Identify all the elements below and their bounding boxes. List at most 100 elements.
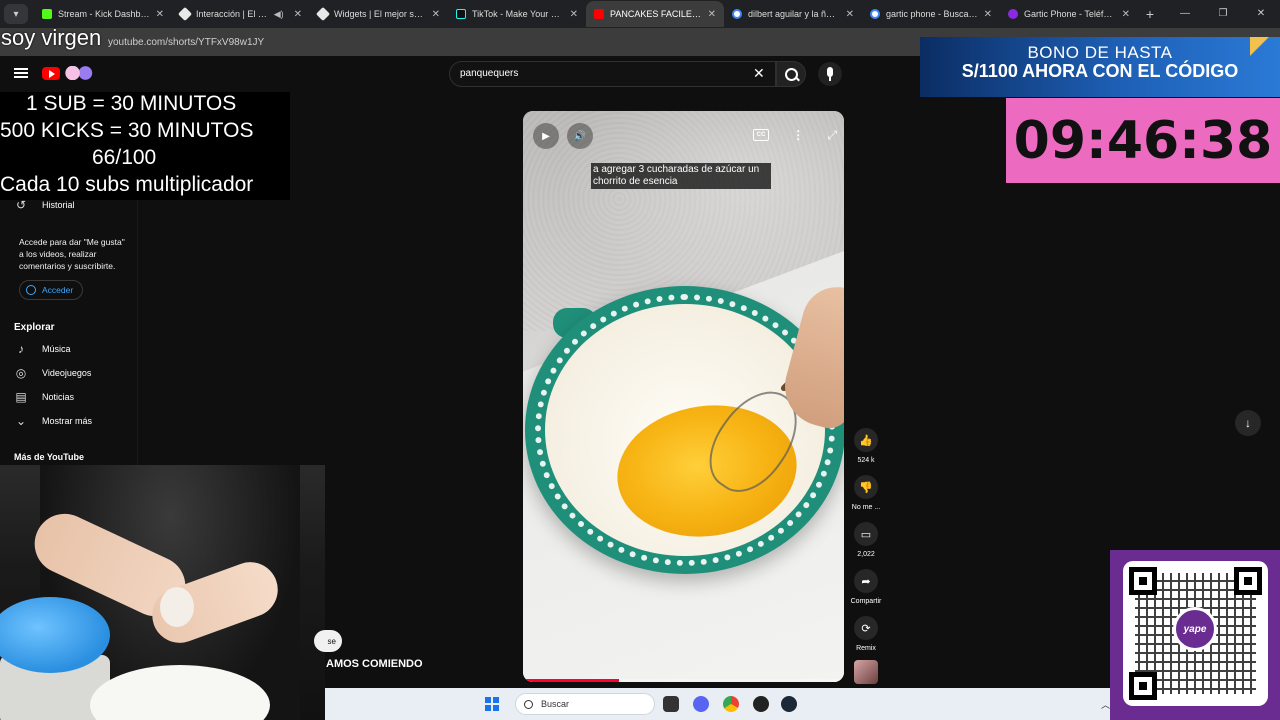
yape-logo: yape	[1173, 607, 1217, 651]
qr-finder	[1129, 672, 1157, 700]
close-icon[interactable]: ✕	[294, 9, 302, 20]
sidebar-item-news[interactable]: ▤ Noticias	[14, 390, 74, 404]
share-button[interactable]: ➦ Compartir	[846, 569, 886, 605]
url-text[interactable]: youtube.com/shorts/YTFxV98w1JY	[108, 37, 264, 48]
overlay-pill: se	[314, 630, 342, 652]
audio-playing-icon[interactable]: ◀)	[274, 9, 284, 20]
cam-egg	[160, 587, 194, 627]
window-controls: — ❐ ✕	[1166, 0, 1280, 28]
close-icon[interactable]: ✕	[156, 9, 164, 20]
close-window-icon[interactable]: ✕	[1242, 0, 1280, 28]
promo-decoration	[1250, 37, 1280, 97]
subathon-timer: 09:46:38	[1006, 98, 1280, 183]
account-icon	[26, 285, 36, 295]
tab-google-gartic[interactable]: gartic phone - Buscar con ✕	[862, 1, 1000, 27]
search-icon	[524, 699, 533, 709]
tab-kick-dashboard[interactable]: Stream - Kick Dashboard ✕	[34, 1, 172, 27]
explore-heading: Explorar	[14, 322, 55, 333]
restore-icon[interactable]: ❐	[1204, 0, 1242, 28]
close-icon[interactable]: ✕	[984, 9, 992, 20]
sidebar-item-show-more[interactable]: ⌄ Mostrar más	[14, 414, 92, 428]
youtube-doodle-icon[interactable]	[63, 66, 95, 80]
google-icon	[732, 9, 742, 19]
webcam-feed	[0, 465, 325, 720]
close-icon[interactable]: ✕	[846, 9, 854, 20]
goal-line: 500 KICKS = 30 MINUTOS	[0, 119, 254, 142]
youtube-logo-icon[interactable]	[42, 67, 60, 80]
promo-line-2: S/1100 AHORA CON EL CÓDIGO	[961, 61, 1239, 81]
music-note-icon: ♪	[18, 342, 24, 356]
cam-caption: AMOS COMIENDO	[326, 658, 423, 670]
play-button[interactable]: ▶	[533, 123, 559, 149]
comments-button[interactable]: ▭ 2,022	[846, 522, 886, 558]
closed-captions-icon[interactable]: CC	[753, 129, 769, 141]
player-top-controls: CC ⋮ ⤢	[753, 125, 837, 145]
promo-line-1: BONO DE HASTA	[1027, 43, 1173, 62]
obs-icon[interactable]	[753, 696, 769, 712]
close-icon[interactable]: ✕	[432, 9, 440, 20]
chevron-down-icon: ⌄	[15, 414, 27, 428]
dislike-button[interactable]: 👎 No me ...	[846, 475, 886, 511]
browser-tab-strip: ▾ Stream - Kick Dashboard ✕ Interacción …	[0, 0, 1280, 28]
signin-button[interactable]: Acceder	[19, 280, 83, 300]
task-view-icon[interactable]	[663, 696, 679, 712]
search-input[interactable]	[460, 68, 740, 79]
close-icon[interactable]: ✕	[708, 9, 716, 20]
next-short-arrow-icon[interactable]: ↓	[1235, 410, 1261, 436]
menu-icon[interactable]	[14, 68, 28, 78]
promo-banner: BONO DE HASTA S/1100 AHORA CON EL CÓDIGO	[920, 37, 1280, 97]
new-tab-button[interactable]: +	[1138, 6, 1162, 22]
youtube-icon	[594, 9, 604, 19]
sidebar-item-history[interactable]: ↺ Historial	[14, 198, 75, 212]
minimize-icon[interactable]: —	[1166, 0, 1204, 28]
more-youtube-heading: Más de YouTube	[14, 452, 85, 462]
volume-icon[interactable]: 🔊	[567, 123, 593, 149]
subathon-goals-box: 1 SUB = 30 MINUTOS 500 KICKS = 30 MINUTO…	[0, 92, 290, 200]
tab-widgets[interactable]: Widgets | El mejor softwa ✕	[310, 1, 448, 27]
tab-google-dilbert[interactable]: dilbert aguilar y la ñañita ✕	[724, 1, 862, 27]
progress-fill	[523, 679, 620, 682]
streamerbot-icon	[177, 6, 193, 22]
tiktok-icon	[456, 9, 466, 19]
chrome-icon[interactable]	[723, 696, 739, 712]
search-button[interactable]	[776, 61, 806, 87]
short-video-player[interactable]: ▶ 🔊 CC ⋮ ⤢ a agregar 3 cucharadas de azú…	[523, 111, 844, 682]
qr-code: yape	[1123, 561, 1268, 706]
discord-icon[interactable]	[693, 696, 709, 712]
tab-youtube-pancakes[interactable]: PANCAKES FACILES | LA P ✕	[586, 1, 724, 27]
comment-icon: ▭	[854, 522, 878, 546]
streamerbot-icon	[315, 6, 331, 22]
share-arrow-icon: ➦	[854, 569, 878, 593]
sound-thumbnail[interactable]	[854, 660, 878, 684]
remix-icon: ⟳	[854, 616, 878, 640]
newspaper-icon: ▤	[15, 390, 27, 404]
fullscreen-icon[interactable]: ⤢	[827, 128, 837, 143]
progress-bar[interactable]	[523, 679, 844, 682]
chevron-up-icon[interactable]: ︿	[1101, 698, 1110, 711]
qr-finder	[1129, 567, 1157, 595]
tab-search-button[interactable]: ▾	[4, 4, 28, 24]
close-icon[interactable]: ✕	[1122, 9, 1130, 20]
gamepad-icon: ◎	[15, 366, 27, 380]
steam-icon[interactable]	[781, 696, 797, 712]
more-options-icon[interactable]: ⋮	[792, 128, 804, 142]
windows-start-icon[interactable]	[485, 697, 499, 711]
tab-gartic-phone[interactable]: Gartic Phone - Teléfono D ✕	[1000, 1, 1138, 27]
kick-icon	[42, 9, 52, 19]
timer-text: 09:46:38	[1013, 110, 1273, 171]
tab-tiktok[interactable]: TikTok - Make Your Day ✕	[448, 1, 586, 27]
yape-qr-card: yape	[1110, 550, 1280, 720]
search-box[interactable]	[449, 61, 776, 87]
sidebar-item-music[interactable]: ♪ Música	[14, 342, 71, 356]
clear-search-icon[interactable]: ✕	[753, 64, 765, 82]
gartic-phone-icon	[1008, 9, 1018, 19]
sidebar-item-gaming[interactable]: ◎ Videojuegos	[14, 366, 92, 380]
goal-line: 66/100	[92, 146, 157, 169]
like-button[interactable]: 👍 524 k	[846, 428, 886, 464]
remix-button[interactable]: ⟳ Remix	[846, 616, 886, 652]
close-icon[interactable]: ✕	[570, 9, 578, 20]
thumbs-up-icon: 👍	[854, 428, 878, 452]
taskbar-search[interactable]: Buscar	[515, 693, 655, 715]
tab-interaccion[interactable]: Interacción | El mejor ◀) ✕	[172, 1, 310, 27]
voice-search-icon[interactable]	[818, 62, 842, 86]
